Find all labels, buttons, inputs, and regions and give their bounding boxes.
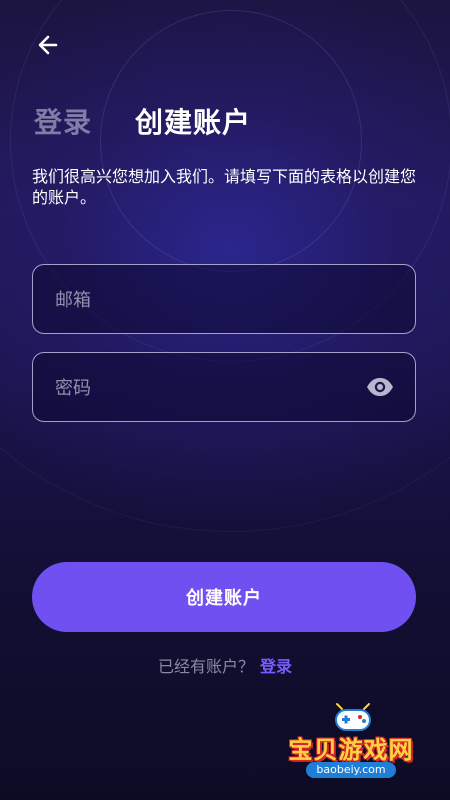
- eye-icon: [367, 378, 393, 396]
- arrow-left-icon: [38, 35, 58, 55]
- login-link[interactable]: 登录: [260, 657, 292, 676]
- show-password-toggle[interactable]: [365, 375, 395, 399]
- tab-create-account[interactable]: 创建账户: [135, 101, 251, 141]
- email-field[interactable]: [32, 264, 416, 335]
- watermark-logo: 宝贝游戏网 baobeiy.com: [276, 700, 426, 785]
- game-controller-icon: [335, 703, 371, 731]
- login-prompt-text: 已经有账户？: [157, 657, 254, 676]
- watermark-url: baobeiy.com: [306, 762, 396, 778]
- password-field[interactable]: [32, 352, 416, 423]
- create-account-screen: 登录 创建账户 我们很高兴您想加入我们。请填写下面的表格以创建您的账户。 创建账…: [0, 0, 450, 800]
- watermark-title: 宝贝游戏网: [288, 736, 414, 764]
- tab-login[interactable]: 登录: [34, 101, 92, 141]
- decorative-ring: [100, 10, 362, 272]
- email-input[interactable]: [53, 265, 357, 335]
- back-button[interactable]: [34, 30, 64, 60]
- password-input[interactable]: [53, 353, 357, 423]
- login-prompt: 已经有账户？ 登录: [0, 653, 450, 677]
- intro-text: 我们很高兴您想加入我们。请填写下面的表格以创建您的账户。: [32, 167, 417, 207]
- create-account-button[interactable]: 创建账户: [32, 562, 416, 632]
